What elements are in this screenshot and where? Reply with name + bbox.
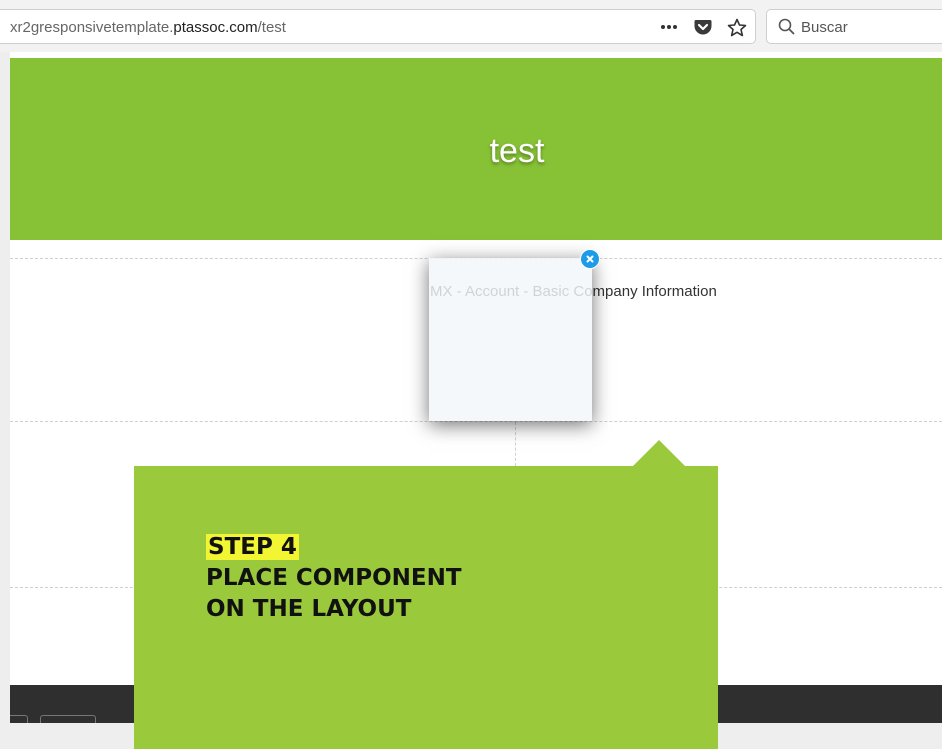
- address-bar-actions: [659, 16, 747, 38]
- page-title: test: [489, 132, 545, 170]
- footer-button[interactable]: [40, 715, 96, 723]
- close-icon[interactable]: [580, 249, 600, 269]
- dragged-component[interactable]: [429, 258, 592, 421]
- pocket-icon[interactable]: [693, 17, 713, 37]
- tutorial-callout: STEP 4 PLACE COMPONENT ON THE LAYOUT: [134, 466, 718, 749]
- search-icon: [778, 18, 795, 35]
- layout-column-divider: [515, 422, 516, 466]
- url-path: /test: [257, 19, 286, 36]
- app-window: xr2gresponsivetemplate.ptassoc.com/test …: [0, 0, 942, 749]
- search-input[interactable]: [799, 16, 942, 38]
- url-prefix: xr2gresponsivetemplate.: [10, 19, 174, 36]
- address-bar[interactable]: xr2gresponsivetemplate.ptassoc.com/test: [0, 9, 756, 44]
- more-icon[interactable]: [659, 17, 679, 37]
- callout-pointer: [633, 440, 685, 466]
- callout-text: STEP 4 PLACE COMPONENT ON THE LAYOUT: [206, 532, 462, 625]
- layout-row-divider: [10, 421, 942, 422]
- footer-button[interactable]: [10, 715, 28, 723]
- step-label: STEP 4: [206, 534, 299, 560]
- url-domain: ptassoc.com: [173, 19, 258, 36]
- browser-toolbar: xr2gresponsivetemplate.ptassoc.com/test: [0, 0, 942, 52]
- callout-line-2: ON THE LAYOUT: [206, 596, 412, 622]
- bookmark-star-icon[interactable]: [727, 17, 747, 37]
- site-header: test: [10, 58, 942, 240]
- callout-line-1: PLACE COMPONENT: [206, 565, 462, 591]
- url-text: xr2gresponsivetemplate.ptassoc.com/test: [10, 19, 286, 36]
- search-box[interactable]: [766, 9, 942, 44]
